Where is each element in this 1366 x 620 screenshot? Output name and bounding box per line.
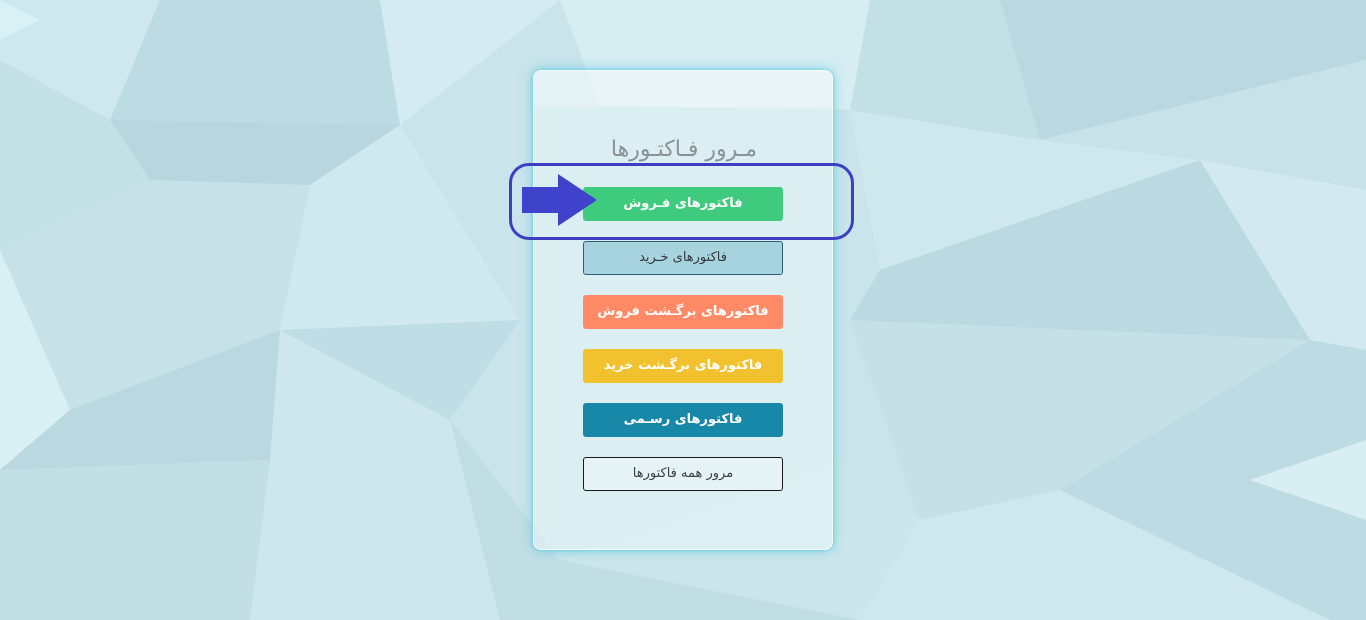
arrow-right-icon — [522, 174, 597, 226]
purchase-return-invoices-button[interactable]: فاکتورهای برگـشت خرید — [583, 349, 783, 383]
page-title: مـرور فـاکتـورها — [610, 137, 758, 162]
panel-header-band — [534, 71, 832, 107]
official-invoices-button[interactable]: فاکتورهای رسـمی — [583, 403, 783, 437]
purchase-invoices-button[interactable]: فاکتورهای خـرید — [583, 241, 783, 275]
all-invoices-button[interactable]: مرور همه فاکتورها — [583, 457, 783, 491]
sales-return-invoices-button[interactable]: فاکتورهای برگـشت فروش — [583, 295, 783, 329]
invoice-review-panel: مـرور فـاکتـورها فاکتورهای فـروش فاکتوره… — [533, 70, 833, 550]
